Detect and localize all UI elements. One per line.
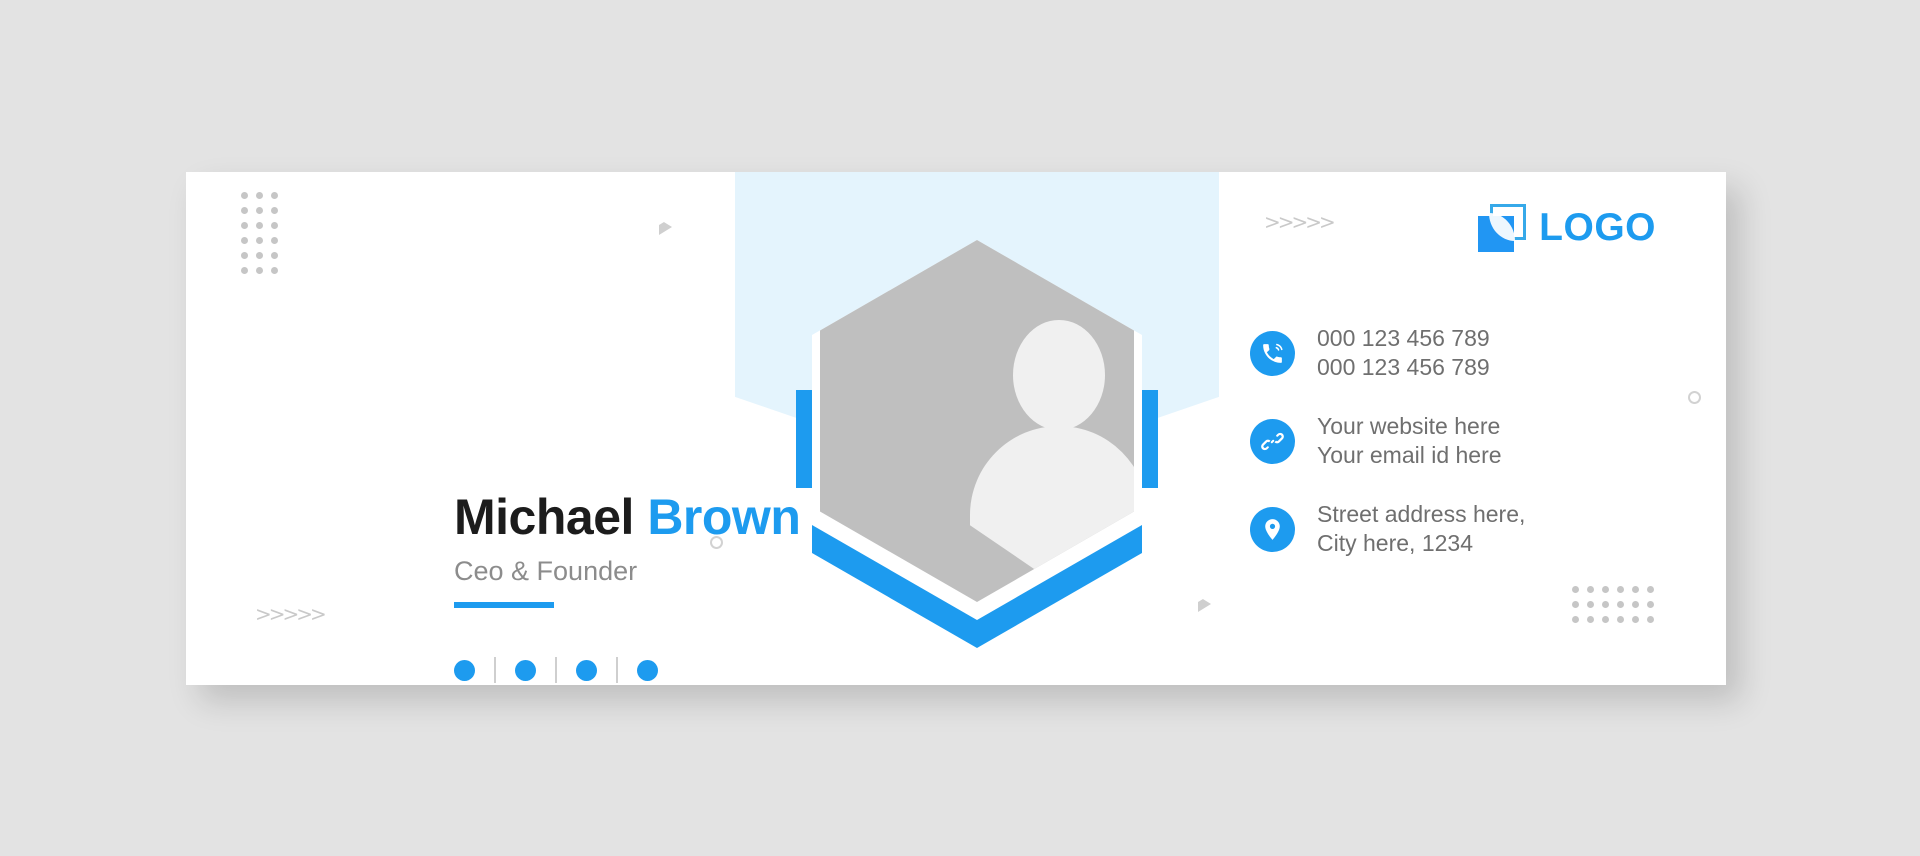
contact-row-web[interactable]: Your website here Your email id here [1250,412,1525,471]
website-line: Your website here [1317,412,1501,439]
contact-row-phone[interactable]: 000 123 456 789 000 123 456 789 [1250,324,1525,383]
circle-outline-icon-right [1688,391,1701,404]
identity-block: Michael Brown Ceo & Founder [454,489,801,608]
contact-text-address: Street address here, City here, 1234 [1317,500,1525,559]
avatar-hexagon-group [744,240,1210,680]
phone-icon [1250,330,1295,376]
page-root: Michael Brown Ceo & Founder LOGO 000 123… [0,0,1920,856]
location-pin-icon [1250,506,1295,552]
person-first-name: Michael [454,489,634,545]
social-dot-1[interactable] [454,659,475,681]
social-divider-3 [616,657,618,683]
social-dot-4[interactable] [637,659,658,681]
link-icon [1250,418,1295,464]
contact-list: 000 123 456 789 000 123 456 789 Your web… [1250,324,1525,559]
contact-row-address[interactable]: Street address here, City here, 1234 [1250,500,1525,559]
address-line-1: Street address here, [1317,500,1526,527]
dot-grid-bottom-right [1572,586,1654,623]
person-name: Michael Brown [454,489,801,545]
logo-text: LOGO [1539,206,1656,249]
avatar-head-icon [1013,320,1105,430]
social-divider-1 [494,657,496,683]
hex-side-tab-left [796,390,813,488]
chevrons-icon-bottom-left: >>>>> [255,602,327,626]
brand-logo[interactable]: LOGO [1478,204,1656,252]
email-line: Your email id here [1317,442,1502,469]
address-line-2: City here, 1234 [1317,530,1473,557]
chevrons-icon-top-right: >>>>> [1264,210,1336,234]
circle-outline-icon-left [710,536,723,549]
overlapping-squares-leaf-icon [1478,204,1527,252]
social-divider-2 [555,657,557,683]
phone-line-1: 000 123 456 789 [1317,325,1490,351]
contact-text-web: Your website here Your email id here [1317,412,1502,471]
social-dot-2[interactable] [515,659,536,681]
person-last-name: Brown [647,489,801,545]
social-links [454,657,658,683]
hex-side-tab-right [1141,390,1158,488]
phone-line-2: 000 123 456 789 [1317,354,1490,381]
social-dot-3[interactable] [576,659,597,681]
dot-grid-top-left [241,192,278,274]
email-signature-card: Michael Brown Ceo & Founder LOGO 000 123… [186,172,1726,685]
accent-rule [454,602,554,608]
person-role: Ceo & Founder [454,556,638,586]
contact-text-phone: 000 123 456 789 000 123 456 789 [1317,324,1490,383]
